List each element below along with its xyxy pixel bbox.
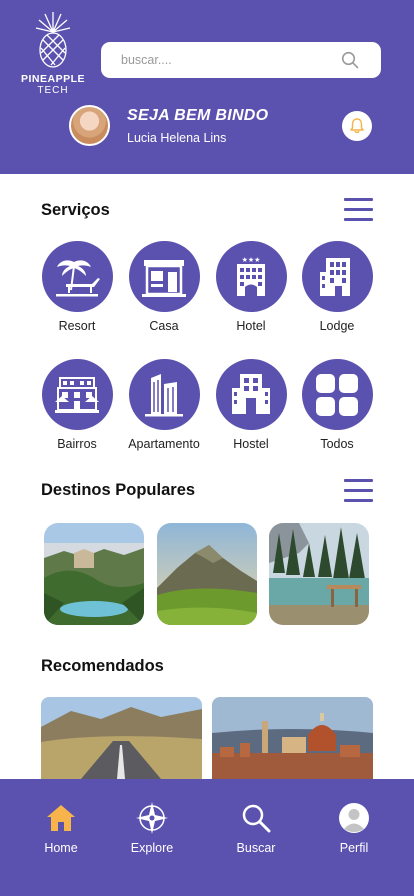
destination-card-1[interactable] [44, 523, 144, 625]
welcome-title: SEJA BEM BINDO [127, 107, 269, 124]
service-label: Casa [149, 319, 179, 333]
nav-label: Explore [130, 841, 174, 855]
nav-explore[interactable]: Explore [107, 801, 197, 855]
service-bairros[interactable]: Bairros [29, 359, 125, 451]
recommended-image [41, 697, 202, 779]
popular-title: Destinos Populares [41, 481, 196, 499]
nav-profile[interactable]: Perfil [309, 801, 399, 855]
brand-subtitle: TECH [37, 85, 69, 96]
svg-text:★★★: ★★★ [242, 256, 261, 264]
neighborhood-icon [55, 376, 99, 413]
popular-menu-button[interactable] [344, 479, 373, 503]
service-resort[interactable]: Resort [29, 241, 125, 333]
service-hostel[interactable]: Hostel [203, 359, 299, 451]
grid-icon [316, 373, 358, 416]
service-label: Bairros [57, 437, 97, 451]
destination-card-3[interactable] [269, 523, 369, 625]
notification-button[interactable] [342, 111, 372, 141]
bottom-nav: Home Explore Buscar Perfil [0, 779, 414, 896]
service-label: Lodge [319, 319, 355, 333]
user-name: Lucia Helena Lins [127, 131, 227, 145]
brand-logo: PINEAPPLE TECH [14, 10, 92, 96]
destination-card-2[interactable] [157, 523, 257, 625]
recommended-title: Recomendados [41, 657, 164, 675]
header: PINEAPPLE TECH SEJA BEM BINDO Lucia Hele… [0, 0, 414, 174]
nav-label: Perfil [339, 841, 369, 855]
nav-search[interactable]: Buscar [211, 801, 301, 855]
service-casa[interactable]: Casa [116, 241, 212, 333]
nav-home[interactable]: Home [16, 801, 106, 855]
service-apartamento[interactable]: Apartamento [116, 359, 212, 451]
service-label: Resort [58, 319, 96, 333]
bell-icon [350, 118, 364, 134]
services-title: Serviços [41, 201, 110, 219]
destination-image [157, 523, 257, 625]
destination-image [44, 523, 144, 625]
brand-name: PINEAPPLE [20, 73, 85, 85]
apartment-icon [145, 373, 183, 416]
service-label: Todos [320, 437, 354, 451]
search-icon[interactable] [341, 51, 359, 69]
recommended-image [212, 697, 373, 779]
hostel-icon [232, 373, 270, 414]
resort-icon [56, 259, 100, 296]
search-bar[interactable] [101, 42, 381, 78]
service-todos[interactable]: Todos [289, 359, 385, 451]
service-label: Apartamento [128, 437, 200, 451]
service-label: Hotel [236, 319, 266, 333]
service-hotel[interactable]: ★★★ Hotel [203, 241, 299, 333]
services-menu-button[interactable] [344, 198, 373, 222]
nav-label: Home [44, 841, 78, 855]
recommended-card-2[interactable] [212, 697, 373, 779]
search-icon [242, 804, 271, 833]
hotel-icon: ★★★ [237, 256, 265, 296]
profile-icon [339, 803, 369, 833]
search-input[interactable] [121, 42, 331, 78]
pineapple-icon [35, 12, 71, 68]
user-avatar[interactable] [69, 105, 110, 146]
service-label: Hostel [233, 437, 269, 451]
destination-image [269, 523, 369, 625]
home-icon [47, 805, 75, 831]
compass-icon [136, 802, 168, 834]
house-icon [142, 259, 186, 297]
lodge-icon [320, 257, 350, 296]
nav-label: Buscar [236, 841, 276, 855]
service-lodge[interactable]: Lodge [289, 241, 385, 333]
recommended-card-1[interactable] [41, 697, 202, 779]
